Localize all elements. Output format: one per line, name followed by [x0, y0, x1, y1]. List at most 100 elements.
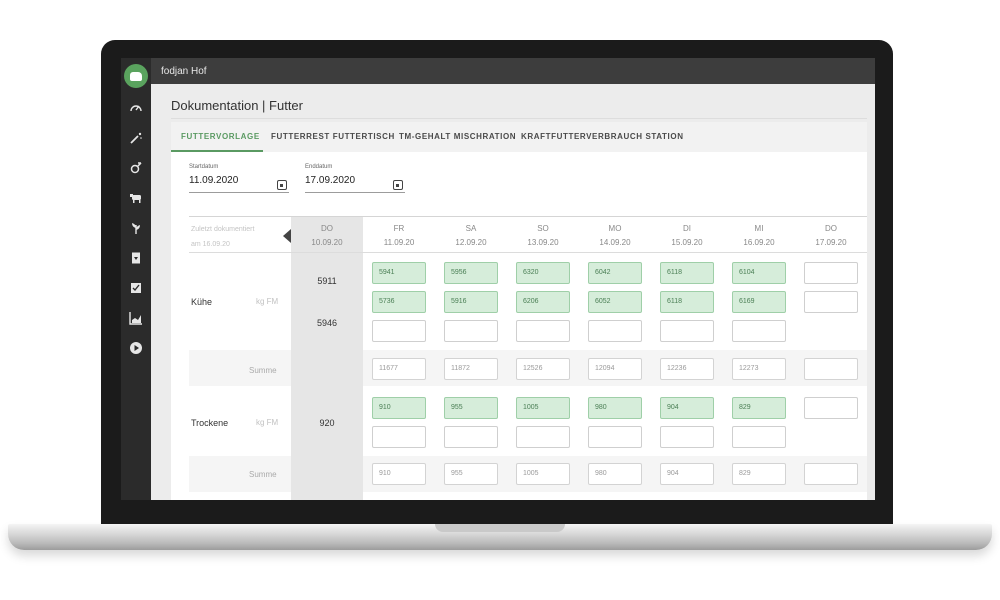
last-value: 920 — [319, 418, 335, 428]
top-bar: fodjan Hof — [151, 58, 875, 84]
scroll-left-icon[interactable] — [283, 229, 291, 243]
column-day: DO — [825, 224, 837, 233]
column-day: SO — [537, 224, 549, 233]
end-date-underline — [305, 192, 405, 193]
sum-value: 980 — [588, 463, 642, 485]
document-download-icon[interactable] — [126, 248, 146, 268]
feed-input[interactable] — [372, 320, 426, 342]
magic-wand-icon[interactable] — [126, 128, 146, 148]
gauge-icon[interactable] — [126, 98, 146, 118]
feed-input[interactable]: 910 — [372, 397, 426, 419]
column-day: FR — [393, 224, 405, 233]
app-title: fodjan Hof — [161, 66, 207, 77]
table-header-divider — [189, 252, 867, 253]
fodjan-logo-icon[interactable] — [124, 64, 148, 88]
group-label-trockene: Trockene — [191, 418, 229, 428]
gender-icon[interactable] — [126, 158, 146, 178]
column-date: 13.09.20 — [527, 238, 559, 247]
feed-input[interactable]: 980 — [588, 397, 642, 419]
sum-value: 11677 — [372, 358, 426, 380]
end-date-value[interactable]: 17.09.2020 — [305, 175, 405, 186]
cow-icon[interactable] — [126, 188, 146, 208]
feed-input[interactable]: 6206 — [516, 291, 570, 313]
tab-bar: FUTTERVORLAGE FUTTERREST FUTTERTISCH TM-… — [171, 122, 867, 152]
screen: fodjan Hof Dokumentation | Futter FUTTER… — [121, 58, 875, 500]
feed-input[interactable]: 6042 — [588, 262, 642, 284]
feed-input[interactable]: 5736 — [372, 291, 426, 313]
start-date-value[interactable]: 11.09.2020 — [189, 175, 289, 186]
feed-input[interactable] — [516, 426, 570, 448]
content-card: Dokumentation | Futter FUTTERVORLAGE FUT… — [151, 84, 875, 500]
column-header: SA 12.09.20 — [435, 222, 507, 250]
feed-input[interactable] — [444, 320, 498, 342]
column-header: DO 10.09.20 — [291, 222, 363, 250]
sum-value: 11872 — [444, 358, 498, 380]
feed-input[interactable]: 5956 — [444, 262, 498, 284]
feed-input[interactable]: 6118 — [660, 291, 714, 313]
feed-input[interactable] — [732, 426, 786, 448]
sum-value: 12236 — [660, 358, 714, 380]
column-header: MO 14.09.20 — [579, 222, 651, 250]
last-value: 5946 — [316, 318, 338, 328]
sum-label: Summe — [249, 470, 277, 479]
feed-input[interactable]: 5941 — [372, 262, 426, 284]
sum-value: 12526 — [516, 358, 570, 380]
feed-input[interactable]: 955 — [444, 397, 498, 419]
sum-value: 829 — [732, 463, 786, 485]
feed-input[interactable]: 6052 — [588, 291, 642, 313]
feed-input[interactable]: 6169 — [732, 291, 786, 313]
column-header: DI 15.09.20 — [651, 222, 723, 250]
column-date: 16.09.20 — [743, 238, 775, 247]
feed-input[interactable]: 5916 — [444, 291, 498, 313]
feed-input[interactable] — [516, 320, 570, 342]
feed-input[interactable]: 1005 — [516, 397, 570, 419]
sum-value — [804, 358, 858, 380]
feed-input[interactable] — [588, 426, 642, 448]
laptop-notch — [435, 524, 565, 532]
last-documented-column — [291, 216, 363, 500]
plant-icon[interactable] — [126, 218, 146, 238]
page-title: Dokumentation | Futter — [171, 98, 303, 113]
sum-value: 12094 — [588, 358, 642, 380]
start-date-underline — [189, 192, 289, 193]
sum-value: 910 — [372, 463, 426, 485]
calendar-icon[interactable] — [393, 180, 403, 190]
column-date: 12.09.20 — [455, 238, 487, 247]
end-date-field[interactable]: Enddatum 17.09.2020 — [305, 164, 405, 194]
play-icon[interactable] — [126, 338, 146, 358]
calendar-icon[interactable] — [277, 180, 287, 190]
start-date-field[interactable]: Startdatum 11.09.2020 — [189, 164, 289, 194]
feed-input[interactable]: 6118 — [660, 262, 714, 284]
column-header: SO 13.09.20 — [507, 222, 579, 250]
feed-input[interactable] — [588, 320, 642, 342]
end-date-label: Enddatum — [305, 164, 333, 170]
group-unit: kg FM — [256, 418, 279, 427]
checklist-icon[interactable] — [126, 278, 146, 298]
last-value: 5911 — [317, 276, 337, 286]
feed-input[interactable] — [444, 426, 498, 448]
feed-input[interactable] — [804, 397, 858, 419]
hint-line-2: am 16.09.20 — [191, 241, 230, 248]
feed-input[interactable] — [660, 426, 714, 448]
feed-input[interactable]: 6104 — [732, 262, 786, 284]
feed-input[interactable] — [732, 320, 786, 342]
feed-input[interactable]: 904 — [660, 397, 714, 419]
tab-kraftfutterverbrauch-station[interactable]: KRAFTFUTTERVERBRAUCH STATION — [521, 132, 684, 141]
tab-futtervorlage[interactable]: FUTTERVORLAGE — [181, 132, 260, 141]
bar-chart-icon[interactable] — [126, 308, 146, 328]
group-label-kuehe: Kühe — [191, 297, 213, 307]
feed-input[interactable] — [372, 426, 426, 448]
title-divider — [171, 118, 867, 119]
column-day: MO — [608, 224, 622, 233]
column-header: MI 16.09.20 — [723, 222, 795, 250]
sum-value: 955 — [444, 463, 498, 485]
column-header: DO 17.09.20 — [795, 222, 867, 250]
feed-input[interactable]: 6320 — [516, 262, 570, 284]
tab-futterrest-futtertisch[interactable]: FUTTERREST FUTTERTISCH — [271, 132, 395, 141]
feed-input[interactable] — [804, 262, 858, 284]
column-date: 10.09.20 — [311, 238, 343, 247]
tab-tm-gehalt-mischration[interactable]: TM-GEHALT MISCHRATION — [399, 132, 516, 141]
feed-input[interactable] — [660, 320, 714, 342]
feed-input[interactable]: 829 — [732, 397, 786, 419]
feed-input[interactable] — [804, 291, 858, 313]
